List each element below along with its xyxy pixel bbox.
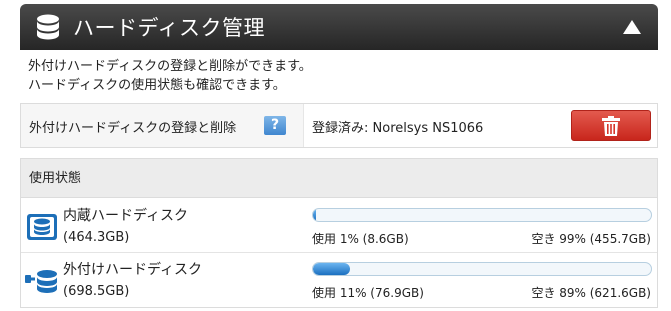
used-text: 使用 1% (8.6GB): [312, 232, 409, 246]
disk-row-external: 外付けハードディスク (698.5GB) 使用 11% (76.9GB) 空き …: [21, 253, 657, 307]
registration-row: 外付けハードディスクの登録と削除 ? 登録済み: Norelsys NS1066: [20, 103, 658, 148]
usage-bar: [312, 262, 652, 276]
usage-bar: [312, 208, 652, 222]
delete-disk-button[interactable]: [571, 110, 651, 141]
external-disk-icon: [25, 270, 57, 293]
registration-label: 外付けハードディスクの登録と削除: [29, 121, 237, 136]
disk-row-internal: 内蔵ハードディスク (464.3GB) 使用 1% (8.6GB) 空き 99%…: [21, 199, 657, 253]
registration-status: 登録済み: Norelsys NS1066: [312, 121, 484, 136]
used-text: 使用 11% (76.9GB): [312, 286, 424, 300]
usage-bar-fill: [313, 263, 351, 275]
section-header: ハードディスク管理: [20, 4, 658, 50]
internal-disk-icon: [27, 214, 57, 240]
disk-name: 内蔵ハードディスク: [63, 208, 189, 224]
trash-icon: [602, 116, 620, 136]
description-line-2: ハードディスクの使用状態も確認できます。: [28, 78, 286, 93]
disk-size: (698.5GB): [63, 284, 130, 299]
usage-panel: 使用状態 内蔵ハードディスク (464.3GB) 使用 1% (8.6GB) 空…: [20, 158, 658, 308]
free-text: 空き 99% (455.7GB): [531, 232, 651, 246]
page-title: ハードディスク管理: [73, 16, 266, 40]
disk-size: (464.3GB): [63, 230, 130, 245]
triangle-up-icon[interactable]: [622, 18, 642, 36]
usage-heading: 使用状態: [21, 159, 657, 198]
free-text: 空き 89% (621.6GB): [531, 286, 651, 300]
help-icon[interactable]: ?: [264, 116, 286, 135]
disk-name: 外付けハードディスク: [63, 262, 203, 278]
usage-bar-fill: [313, 209, 317, 221]
registration-label-cell: 外付けハードディスクの登録と削除 ?: [21, 104, 304, 147]
database-icon: [37, 14, 59, 40]
description-line-1: 外付けハードディスクの登録と削除ができます。: [28, 59, 312, 74]
